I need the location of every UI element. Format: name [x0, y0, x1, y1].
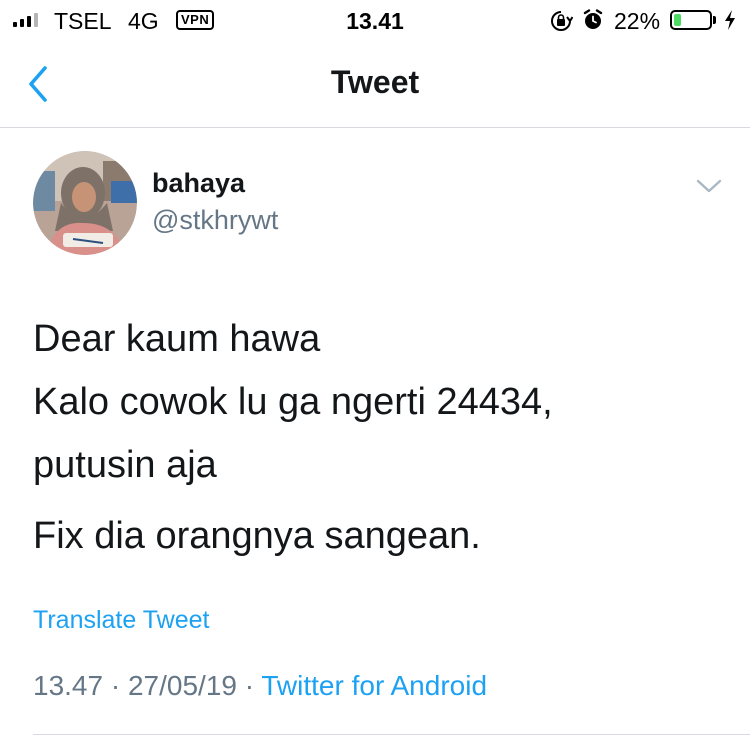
alarm-clock-icon — [582, 9, 604, 36]
tweet-line: Dear kaum hawa — [33, 318, 321, 360]
battery-level-fill — [674, 14, 682, 26]
translate-tweet-link[interactable]: Translate Tweet — [33, 606, 209, 635]
tweet-line: Kalo cowok lu ga ngerti 24434, — [33, 381, 553, 423]
display-name[interactable]: bahaya — [152, 168, 245, 199]
navigation-bar: Tweet — [0, 40, 750, 128]
profile-photo — [33, 151, 137, 255]
meta-separator: · — [103, 670, 128, 701]
divider — [33, 734, 750, 735]
rotation-lock-icon — [549, 10, 574, 37]
meta-separator: · — [236, 670, 262, 701]
battery-percentage: 22% — [614, 8, 661, 34]
tweet-options-button[interactable] — [693, 175, 725, 197]
avatar[interactable] — [33, 151, 137, 255]
status-bar: TSEL 4G VPN 13.41 22% — [0, 0, 750, 40]
charging-bolt-icon — [722, 9, 738, 36]
battery-cap — [713, 16, 716, 24]
page-title: Tweet — [330, 64, 420, 100]
chevron-down-icon — [696, 179, 722, 193]
tweet-time: 13.47 — [33, 670, 104, 701]
tweet-paragraph: Dear kaum hawa Kalo cowok lu ga ngerti 2… — [33, 308, 723, 497]
tweet-text: Dear kaum hawa Kalo cowok lu ga ngerti 2… — [33, 308, 723, 568]
tweet-line: Fix dia orangnya sangean. — [33, 515, 481, 557]
tweet-metadata: 13.47 · 27/05/19 · Twitter for Android — [33, 670, 487, 702]
username-handle: @stkhrywt — [152, 205, 279, 235]
tweet-line: putusin aja — [33, 444, 217, 486]
battery-icon — [670, 10, 712, 30]
tweet-date: 27/05/19 — [127, 670, 237, 701]
tweet-paragraph: Fix dia orangnya sangean. — [33, 505, 723, 568]
tweet-source-link[interactable]: Twitter for Android — [261, 670, 487, 701]
